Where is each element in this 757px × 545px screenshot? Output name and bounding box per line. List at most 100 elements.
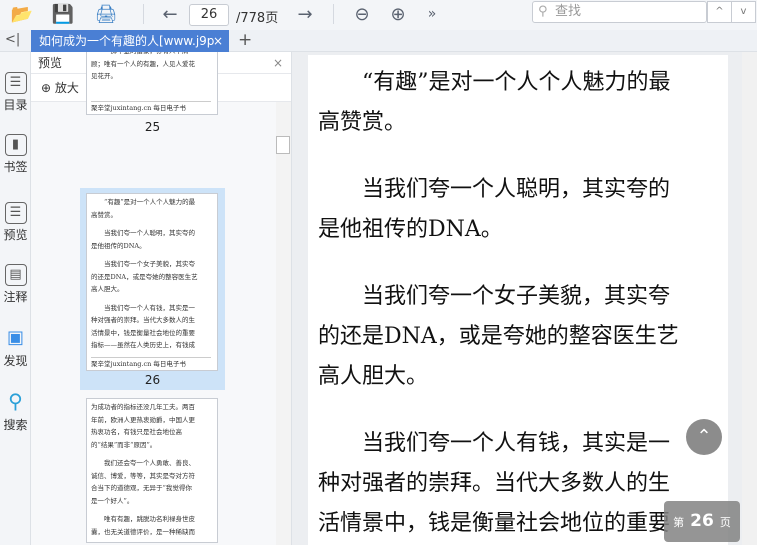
zoom-in-icon[interactable]: ⊕ <box>386 2 410 26</box>
page-total: /778页 <box>236 11 279 26</box>
thumbnail-line: 是他祖传的DNA。 <box>91 241 146 250</box>
thumbnail-line: 指标——虽然在人类历史上，有钱成 <box>91 341 195 349</box>
document-page: “有趣”是对一个人个人魅力的最 高赞赏。 当我们夸一个人聪明，其实夸的 是他祖传的DN… <box>308 55 728 545</box>
thumbnail-line: 我们还会夸一个人勇敢、善良、 <box>104 459 195 467</box>
text-line: 活情景中，钱是衡量社会地位的重要 <box>318 511 671 536</box>
thumbnail-list: 一掷千金的富豪，亦有人不屑一顾；唯有一个人的有趣，人见人爱花见花开。聚辛堂jux… <box>31 52 276 545</box>
panel-scrollbar-thumb[interactable] <box>276 136 290 154</box>
thumbnail-footer: 聚辛堂juxintang.cn 每日电子书 <box>91 100 211 115</box>
preview-panel: 预览× ⊕ 放大⊖ 缩小 一掷千金的富豪，亦有人不屑一顾；唯有一个人的有趣，人见… <box>31 52 292 545</box>
scroll-top-button[interactable]: ⌃ <box>686 419 722 455</box>
rail-label: 目录 <box>3 98 28 112</box>
save-icon[interactable]: 💾 <box>50 2 76 26</box>
zoom-out-icon[interactable]: ⊖ <box>350 2 374 26</box>
rail-item-preview[interactable]: ☰ 预览 <box>0 202 31 243</box>
thumbnail-line: 热衷功名，有钱只是社会地位高 <box>91 428 182 436</box>
thumbnail-line: 当我们夸一个人聪明，其实夸的 <box>104 229 195 237</box>
search-placeholder: 查找 <box>555 4 582 19</box>
thumbnail-line: “有趣”是对一个人个人魅力的最 <box>104 198 196 206</box>
thumbnail-line: 一掷千金的富豪，亦有人不屑一 <box>91 52 213 58</box>
toolbar: 📂 💾 🖨 ← 26 /778页 → ⊖ ⊕ » ⚲ 查找 ^ v <box>0 0 757 30</box>
close-tab-icon[interactable]: × <box>213 30 223 52</box>
zoom-in-button[interactable]: ⊕ 放大 <box>41 81 85 95</box>
thumbnail-line: 的“结果”而非“原因”。 <box>91 440 157 449</box>
thumbnail-line: 当我们夸一个人有钱，其实是一 <box>104 303 195 312</box>
thumbnail-line: 见花开。 <box>91 72 117 80</box>
thumbnail-footer: 聚辛堂juxintang.cn 每日电子书 <box>91 356 211 371</box>
thumbnail-page-25[interactable]: 一掷千金的富豪，亦有人不屑一顾；唯有一个人的有趣，人见人爱花见花开。聚辛堂jux… <box>86 52 218 115</box>
thumbnail-paragraph: “有趣”是对一个人个人魅力的最高赞赏。 <box>91 196 213 221</box>
thumbnail-line: 唯有有趣，跳脱功名利禄身世皮 <box>104 515 195 523</box>
bookmark-icon: ▮ <box>4 134 27 156</box>
search-input[interactable]: ⚲ 查找 <box>532 1 707 23</box>
next-result-button[interactable]: v <box>731 1 756 23</box>
thumbnail-line: 当我们夸一个女子美貌，其实夸 <box>104 260 195 268</box>
thumbnail-line: 年前，欧洲人更热衷勋爵，中国人更 <box>91 415 195 424</box>
thumbnail-line: 合当下的道德观，无异于“我觉得你 <box>91 484 192 492</box>
rail-item-discover[interactable]: ▣ 发现 <box>0 328 31 369</box>
thumbnail-paragraph: 当我们夸一个女子美貌，其实夸 的还是DNA，或是夸她的整容医生艺 高人胆大。 <box>91 258 213 296</box>
page-indicator-suffix: 页 <box>719 516 731 529</box>
more-icon[interactable]: » <box>422 2 442 26</box>
document-area: “有趣”是对一个人个人魅力的最 高赞赏。 当我们夸一个人聪明，其实夸的 是他祖传的DN… <box>292 52 757 545</box>
rail-label: 书签 <box>3 160 28 174</box>
thumbnail-paragraph: 一掷千金的富豪，亦有人不屑一顾；唯有一个人的有趣，人见人爱花见花开。 <box>91 52 213 83</box>
paragraph: 当我们夸一个人有钱，其实是一 种对强者的崇拜。当代大多数人的生 活情景中，钱是衡量社… <box>318 424 718 544</box>
print-icon[interactable]: 🖨 <box>92 2 120 26</box>
prev-page-icon[interactable]: ← <box>158 2 182 26</box>
rail-label: 预览 <box>3 228 28 242</box>
thumbnail-line: 种对强者的崇拜。当代大多数人的生 <box>91 316 195 324</box>
thumbnail-paragraph: 唯有有趣，跳脱功名利禄身世皮囊，也无关道德评价，是一种稀缺而 <box>91 513 213 538</box>
text-line: “有趣”是对一个人个人魅力的最 <box>362 70 671 95</box>
panel-title: 预览 <box>38 56 63 70</box>
thumbnail-paragraph: 为成功者的指标还没几年工夫。两百 年前，欧洲人更热衷勋爵，中国人更 热衷功名，有钱只… <box>91 401 213 451</box>
document-scrollbar[interactable] <box>742 52 757 545</box>
thumbnail-line: 顾；唯有一个人的有趣，人见人爱花 <box>91 59 195 68</box>
thumbnail-line: 高人胆大。 <box>91 285 124 293</box>
zoom-in-label: 放大 <box>54 81 79 95</box>
add-tab-icon[interactable]: + <box>238 30 252 50</box>
sidebar-rail: ☰ 目录 ▮ 书签 ☰ 预览 ▤ 注释 ▣ 发现 ⚲ 搜索 <box>0 52 31 545</box>
rail-label: 搜索 <box>3 418 28 432</box>
paragraph: 当我们夸一个人聪明，其实夸的 是他祖传的DNA。 <box>318 170 718 250</box>
rail-item-notes[interactable]: ▤ 注释 <box>0 264 31 305</box>
text-line: 高人胆大。 <box>318 364 429 389</box>
text-line: 当我们夸一个女子美貌，其实夸 <box>362 284 671 309</box>
search-icon: ⚲ <box>8 389 23 413</box>
open-folder-icon[interactable]: 📂 <box>8 2 36 26</box>
preview-icon: ☰ <box>4 202 27 224</box>
rail-item-bookmark[interactable]: ▮ 书签 <box>0 134 31 175</box>
discover-icon: ▣ <box>6 327 24 348</box>
close-panel-icon[interactable]: × <box>273 52 283 74</box>
tab-bar: <| 如何成为一个有趣的人[www.j9p × + <box>0 30 757 52</box>
paragraph: 当我们夸一个女子美貌，其实夸的还是DNA，或是夸她的整容医生艺 高人胆大。 <box>318 277 718 397</box>
thumbnail-line: 活情景中，钱是衡量社会地位的重要 <box>91 328 195 337</box>
rail-item-search[interactable]: ⚲ 搜索 <box>0 389 31 433</box>
rail-label: 注释 <box>3 290 28 304</box>
thumbnail-page-26[interactable]: “有趣”是对一个人个人魅力的最高赞赏。当我们夸一个人聪明，其实夸的是他祖传的DN… <box>86 193 218 371</box>
collapse-sidebar-icon[interactable]: <| <box>5 32 20 47</box>
thumbnail-line: 囊，也无关道德评价，是一种稀缺而 <box>91 527 195 536</box>
thumbnail-paragraph: 当我们夸一个人有钱，其实是一种对强者的崇拜。当代大多数人的生 活情景中，钱是衡量社… <box>91 302 213 352</box>
page-indicator: 第 26 页 <box>664 501 740 542</box>
panel-scrollbar[interactable] <box>276 102 291 545</box>
page-indicator-number: 26 <box>690 511 714 531</box>
page-indicator-prefix: 第 <box>673 516 685 529</box>
rail-item-toc[interactable]: ☰ 目录 <box>0 72 31 113</box>
tab-document[interactable]: 如何成为一个有趣的人[www.j9p × <box>31 30 229 52</box>
rail-label: 发现 <box>3 354 28 368</box>
thumbnail-label: 25 <box>144 120 161 134</box>
text-line: 种对强者的崇拜。当代大多数人的生 <box>318 471 671 496</box>
text-line: 是他祖传的DNA。 <box>318 217 503 242</box>
thumbnail-label: 26 <box>144 373 161 387</box>
thumbnail-paragraph: 我们还会夸一个人勇敢、善良、 诚信、博爱，等等，其实是夸对方符 合当下的道德观，无异… <box>91 457 213 507</box>
prev-result-button[interactable]: ^ <box>707 1 732 23</box>
search-icon: ⚲ <box>538 4 548 19</box>
text-line: 的还是DNA，或是夸她的整容医生艺 <box>318 324 679 349</box>
thumbnail-page-27[interactable]: 为成功者的指标还没几年工夫。两百 年前，欧洲人更热衷勋爵，中国人更 热衷功名，有钱只… <box>86 398 218 543</box>
thumbnail-paragraph: 当我们夸一个人聪明，其实夸的是他祖传的DNA。 <box>91 227 213 252</box>
thumbnail-line: 是一个好人”。 <box>91 496 134 505</box>
thumbnail-line: 高赞赏。 <box>91 210 117 219</box>
page-number-input[interactable]: 26 <box>189 4 229 26</box>
next-page-icon[interactable]: → <box>293 2 317 26</box>
